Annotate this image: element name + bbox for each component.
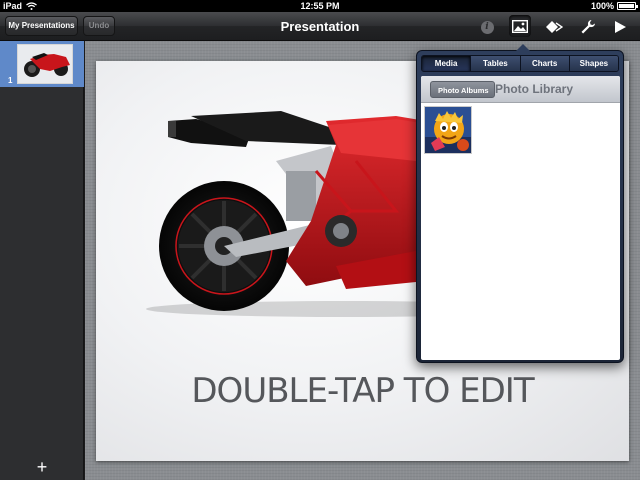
battery-fill	[619, 4, 634, 8]
popover-title: Photo Library	[495, 82, 574, 96]
motorcycle-thumbnail	[24, 53, 70, 77]
add-slide-button[interactable]: +	[34, 458, 50, 476]
info-icon: i	[480, 20, 494, 34]
play-icon	[615, 21, 626, 33]
popover-arrow	[515, 44, 531, 52]
shapes-button[interactable]	[543, 16, 565, 38]
slide-thumbnail[interactable]	[17, 44, 73, 84]
photo-grid	[424, 106, 472, 154]
photo-library-panel: Photo Albums Photo Library	[421, 76, 620, 360]
photo-albums-back-button[interactable]: Photo Albums	[430, 81, 495, 98]
status-bar: iPad 12:55 PM 100%	[0, 0, 640, 12]
slide-navigator: 1 +	[0, 41, 84, 480]
insert-tabs: Media Tables Charts Shapes	[421, 55, 619, 72]
info-button[interactable]: i	[476, 16, 498, 38]
slide-placeholder-text[interactable]: DOUBLE-TAP TO EDIT	[96, 371, 629, 411]
slide-number: 1	[8, 76, 13, 85]
shapes-icon	[546, 21, 563, 33]
insert-popover: Media Tables Charts Shapes Photo Albums …	[416, 44, 624, 363]
status-time: 12:55 PM	[300, 1, 340, 11]
back-button-label: Photo Albums	[438, 86, 489, 95]
tab-media[interactable]: Media	[422, 56, 472, 71]
cartoon-character-image	[425, 107, 471, 153]
tab-tables[interactable]: Tables	[471, 56, 521, 71]
tab-shapes[interactable]: Shapes	[569, 56, 618, 71]
battery-icon	[617, 2, 638, 10]
tab-charts[interactable]: Charts	[520, 56, 570, 71]
media-icon	[512, 19, 528, 33]
media-button[interactable]	[509, 15, 531, 37]
my-presentations-button[interactable]: My Presentations	[5, 16, 78, 36]
wrench-icon	[581, 20, 595, 34]
photo-thumbnail[interactable]	[424, 106, 472, 154]
tools-button[interactable]	[577, 16, 599, 38]
status-right: 100%	[590, 0, 638, 12]
undo-button[interactable]: Undo	[83, 16, 115, 36]
toolbar: My Presentations Undo Presentation i	[0, 12, 640, 41]
battery-percent: 100%	[590, 1, 614, 11]
popover-nav-bar: Photo Albums Photo Library	[421, 76, 620, 103]
play-button[interactable]	[609, 16, 631, 38]
slide-thumbnail-row[interactable]: 1	[0, 41, 84, 87]
